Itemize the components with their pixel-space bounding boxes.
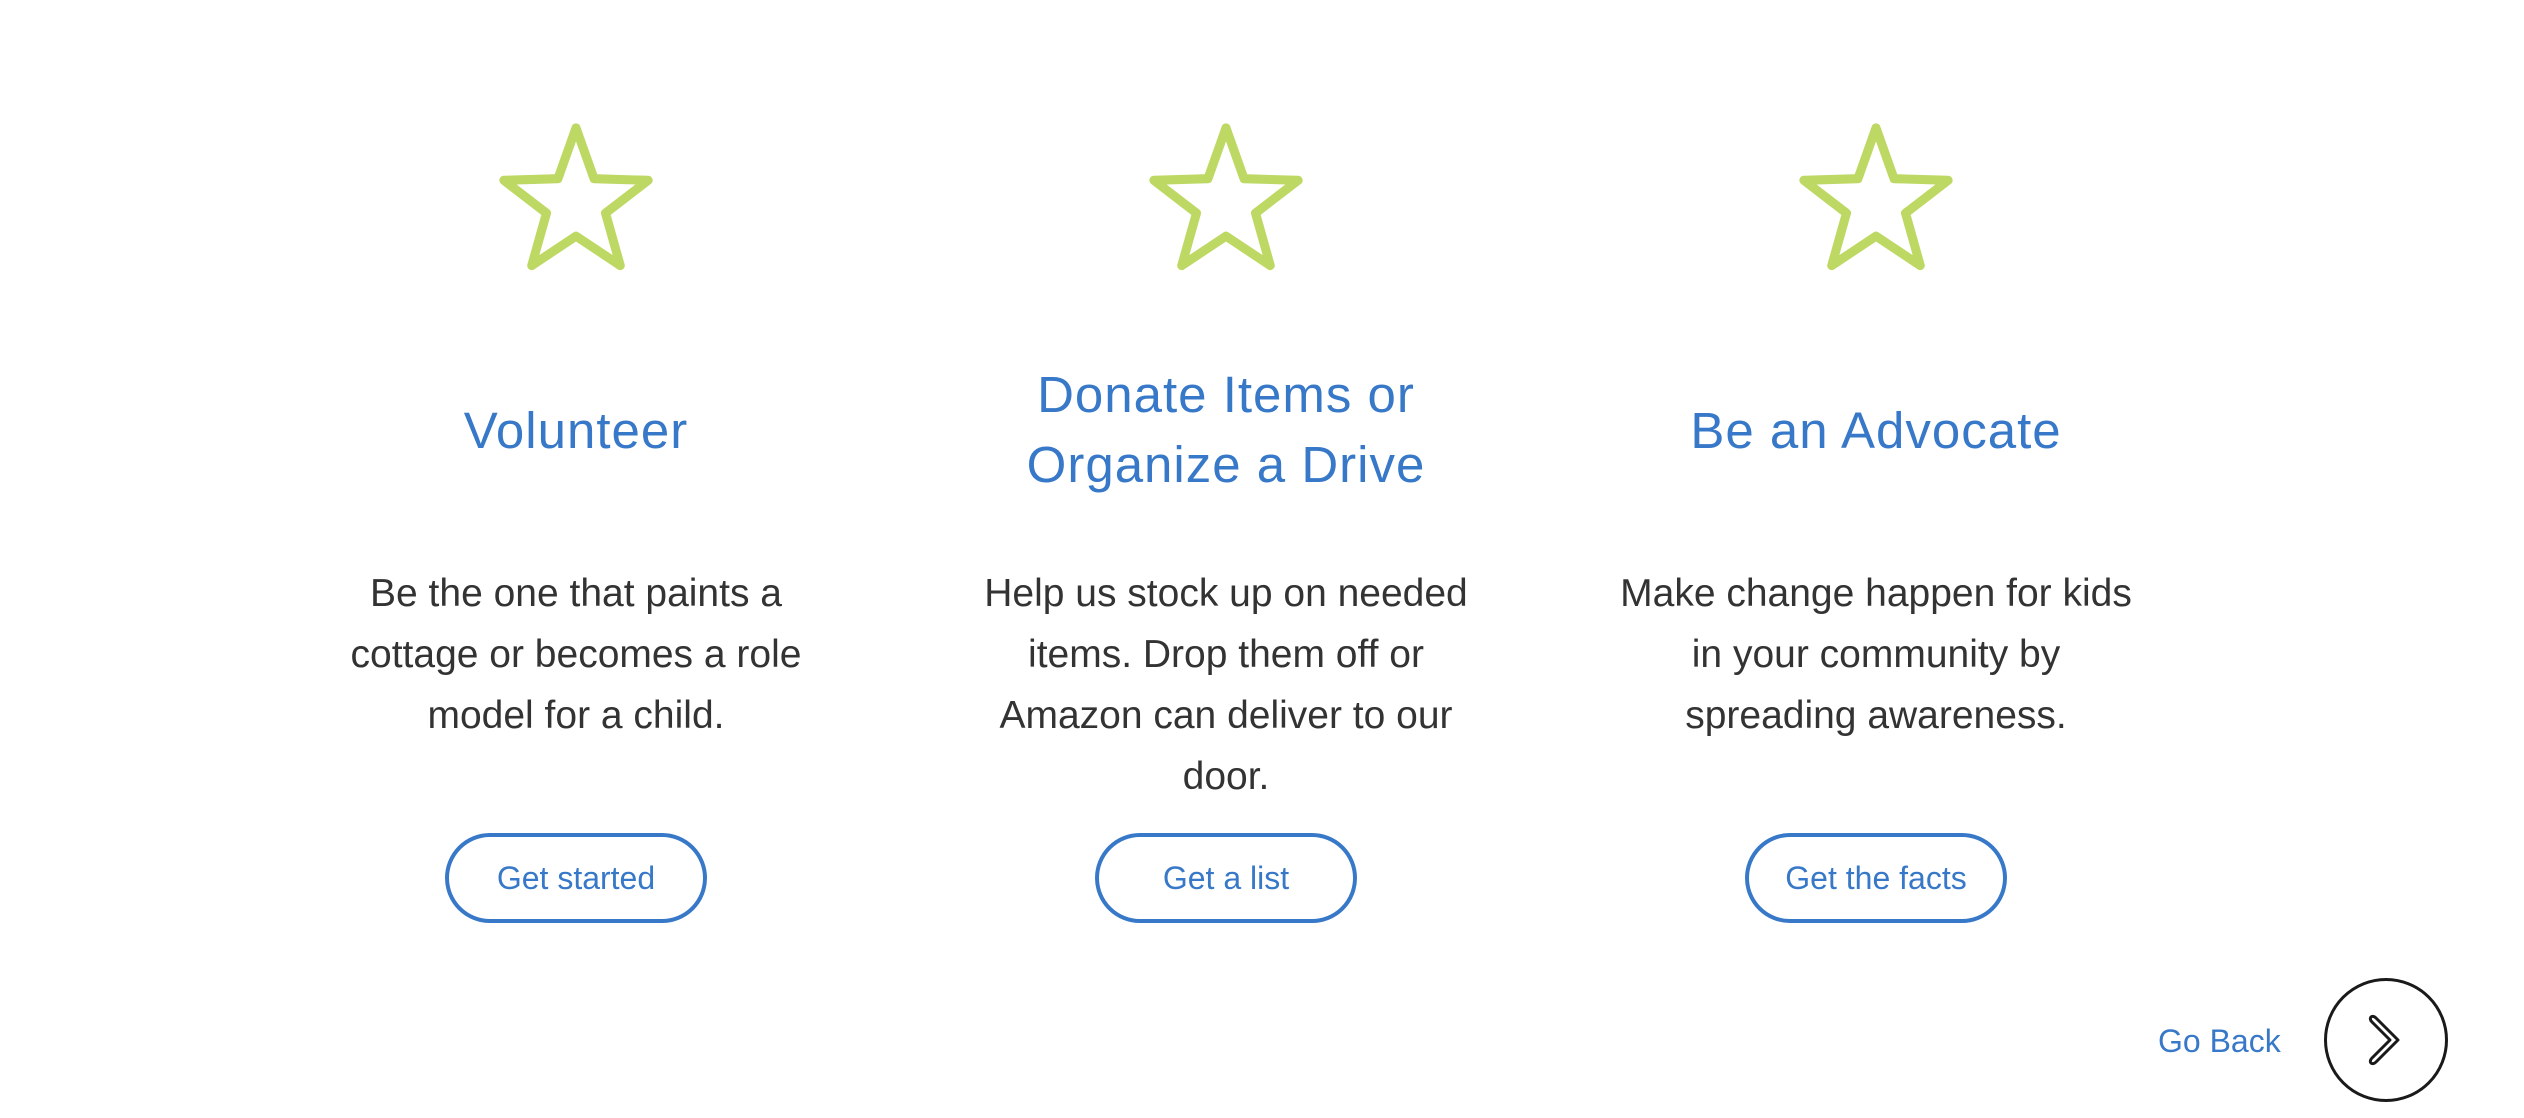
card-title: Be an Advocate — [1546, 396, 2206, 466]
card-title: Volunteer — [246, 396, 906, 466]
card-description: Make change happen for kids in your comm… — [1620, 572, 2132, 737]
card-title-line: Be an Advocate — [1690, 402, 2062, 459]
chevron-right-icon — [2368, 1014, 2400, 1066]
card-description: Be the one that paints a cottage or beco… — [350, 572, 802, 737]
card-donate: Donate Items or Organize a Drive Help us… — [896, 0, 1556, 960]
go-back-link[interactable]: Go Back — [2158, 1018, 2281, 1064]
star-outline-icon — [499, 123, 653, 271]
get-a-list-button[interactable]: Get a list — [1095, 833, 1357, 923]
star-icon-wrap — [246, 118, 906, 282]
star-outline-icon — [1799, 123, 1953, 271]
star-icon-wrap — [1546, 118, 2206, 282]
star-icon-wrap — [896, 118, 1556, 282]
card-title-line: Organize a Drive — [1026, 436, 1426, 493]
star-outline-icon — [1149, 123, 1303, 271]
ways-to-help-section: Volunteer Be the one that paints a cotta… — [0, 0, 2524, 1118]
card-advocate: Be an Advocate Make change happen for ki… — [1546, 0, 2206, 960]
card-volunteer: Volunteer Be the one that paints a cotta… — [246, 0, 906, 960]
card-title-line: Donate Items or — [1037, 366, 1415, 423]
card-title: Donate Items or Organize a Drive — [896, 360, 1556, 500]
next-button[interactable] — [2324, 978, 2448, 1102]
get-started-button[interactable]: Get started — [445, 833, 707, 923]
card-title-line: Volunteer — [463, 402, 689, 459]
card-description: Help us stock up on needed items. Drop t… — [984, 572, 1468, 798]
get-the-facts-button[interactable]: Get the facts — [1745, 833, 2007, 923]
